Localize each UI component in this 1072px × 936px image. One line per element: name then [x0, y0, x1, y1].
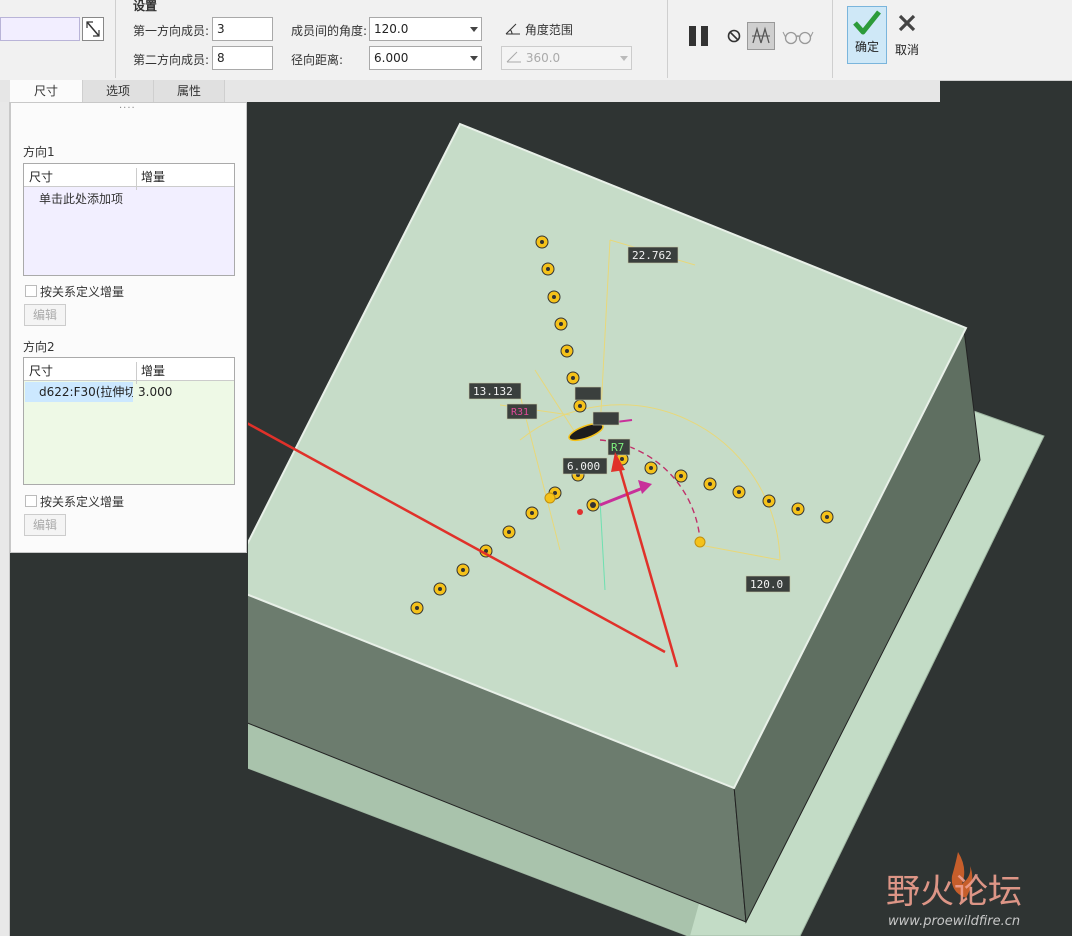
column-header-increment: 增量 [141, 170, 166, 184]
radial-value: 6.000 [374, 51, 409, 65]
confirm-button[interactable]: 确定 [847, 6, 887, 64]
ribbon-separator [115, 0, 116, 78]
dimension-small-label [592, 411, 620, 426]
row-increment-cell[interactable]: 3.000 [138, 382, 208, 402]
dir2-edit-button[interactable]: 编辑 [24, 514, 66, 536]
angle-icon [505, 23, 520, 35]
members1-label: 第一方向成员: [133, 24, 210, 38]
angle-select[interactable]: 120.0 [369, 17, 482, 41]
watermark-url: www.proewildfire.cn [888, 914, 1020, 929]
angle-range-value: 360.0 [525, 51, 561, 65]
watermark-logo: 野火论坛 [886, 872, 1022, 912]
ribbon: 设置 第一方向成员: 3 第二方向成员: 8 成员间的角度: 120.0 径向距… [0, 0, 1072, 81]
table-header: 尺寸 增量 [24, 358, 234, 384]
tab-strip: 尺寸 选项 属性 [0, 80, 940, 102]
dimension-value: 22.762 [632, 249, 672, 262]
column-header-dimension: 尺寸 [29, 170, 54, 184]
angle-range-label: 角度范围 [524, 23, 573, 37]
radial-label: 径向距离: [291, 53, 344, 67]
chevron-down-icon [470, 27, 478, 32]
column-header-dimension: 尺寸 [29, 364, 54, 378]
dimension-r31[interactable]: R31 [506, 403, 538, 420]
table-row[interactable]: d622:F30(拉伸切 3.000 [24, 382, 234, 404]
angle-label: 成员间的角度: [291, 24, 368, 38]
pause-button[interactable] [686, 24, 712, 48]
direction1-title: 方向1 [23, 145, 55, 159]
no-preview-button[interactable] [725, 27, 743, 45]
dimension-6-000[interactable]: 6.000 [562, 457, 608, 475]
members1-input[interactable]: 3 [212, 17, 273, 41]
table-header: 尺寸 增量 [24, 164, 234, 190]
pivot-point [577, 509, 583, 515]
diagonal-arrows-icon [86, 21, 100, 37]
glasses-icon [782, 31, 814, 45]
dir1-relation-checkbox[interactable]: 按关系定义增量 [25, 283, 124, 300]
glasses-button[interactable] [782, 26, 814, 46]
dimensions-panel: ···· 方向1 尺寸 增量 单击此处添加项 按关系定义增量 编辑 方向2 尺寸… [10, 102, 247, 553]
column-divider [136, 168, 137, 190]
direction2-table[interactable]: 尺寸 增量 d622:F30(拉伸切 3.000 [23, 357, 235, 485]
pattern-toggle-button[interactable] [82, 17, 104, 41]
direction1-table[interactable]: 尺寸 增量 单击此处添加项 [23, 163, 235, 276]
chevron-down-icon [470, 56, 478, 61]
checkbox-box [25, 495, 37, 507]
members2-label: 第二方向成员: [133, 53, 210, 67]
tab-dimensions[interactable]: 尺寸 [10, 80, 83, 102]
preview-toggle-button[interactable] [747, 22, 775, 50]
dir1-edit-button[interactable]: 编辑 [24, 304, 66, 326]
dir2-relation-checkbox[interactable]: 按关系定义增量 [25, 493, 124, 510]
ribbon-separator [832, 0, 833, 78]
column-divider [136, 362, 137, 384]
dimension-r7[interactable]: R7 [607, 438, 631, 456]
members2-input[interactable]: 8 [212, 46, 273, 70]
preview-icon [752, 26, 770, 44]
dimension-value: R31 [511, 407, 529, 418]
no-entry-icon [727, 29, 741, 43]
cancel-button[interactable]: 取消 [891, 10, 923, 64]
pause-icon [689, 26, 708, 46]
ribbon-separator [667, 0, 668, 78]
chevron-down-icon [620, 56, 628, 61]
angle-icon [506, 51, 521, 63]
angle-range-select[interactable]: 360.0 [501, 46, 632, 70]
dimension-small-label [574, 386, 602, 401]
checkbox-box [25, 285, 37, 297]
tab-options[interactable]: 选项 [83, 80, 154, 102]
resize-grip[interactable]: ···· [119, 103, 136, 114]
direction2-title: 方向2 [23, 340, 55, 354]
left-edge-strip [0, 102, 10, 936]
radial-select[interactable]: 6.000 [369, 46, 482, 70]
model-viewport[interactable]: 22.762 13.132 R31 R7 6.000 120.0 野火论坛 ww… [248, 103, 1072, 936]
close-icon [898, 14, 916, 32]
ribbon-left-field[interactable] [0, 17, 80, 41]
row-dimension-cell[interactable]: d622:F30(拉伸切 [25, 382, 133, 402]
tab-properties[interactable]: 属性 [154, 80, 225, 102]
angle-range-toggle[interactable]: 角度范围 [505, 21, 573, 38]
angle-value: 120.0 [374, 22, 409, 36]
add-item-placeholder[interactable]: 单击此处添加项 [39, 190, 123, 207]
forum-watermark: 野火论坛 www.proewildfire.cn [886, 852, 1022, 929]
confirm-label: 确定 [854, 40, 879, 54]
dimension-value: 120.0 [750, 578, 783, 591]
settings-title: 设置 [133, 0, 158, 13]
dir1-relation-label: 按关系定义增量 [40, 285, 125, 299]
dimension-value: R7 [611, 441, 624, 454]
dimension-value: 13.132 [473, 385, 513, 398]
cancel-label: 取消 [894, 43, 919, 57]
check-icon [853, 10, 881, 35]
dimension-13-132[interactable]: 13.132 [468, 382, 522, 400]
dimension-120-0[interactable]: 120.0 [745, 575, 791, 593]
dimension-22-762[interactable]: 22.762 [627, 246, 679, 264]
column-header-increment: 增量 [141, 364, 166, 378]
dimension-value: 6.000 [567, 460, 600, 473]
dir2-relation-label: 按关系定义增量 [40, 495, 125, 509]
